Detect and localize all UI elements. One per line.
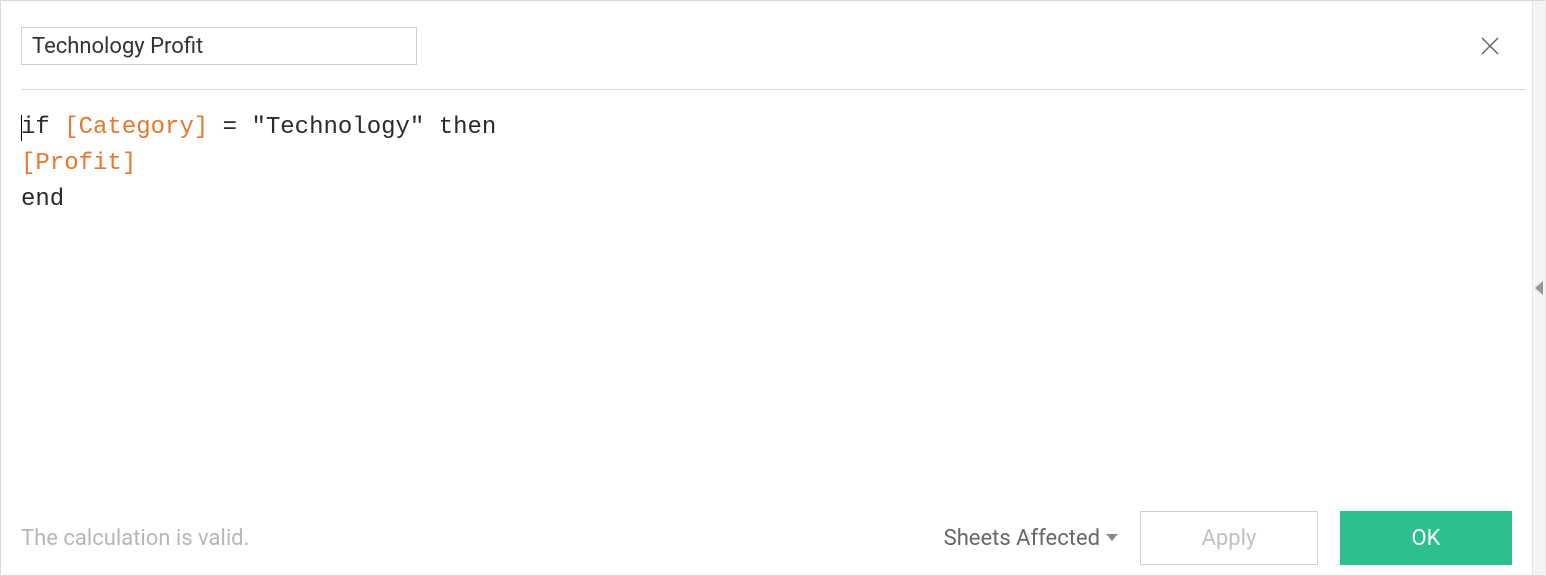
dialog-header [1, 1, 1546, 65]
field-profit: [Profit] [21, 150, 136, 177]
operator-eq: = [208, 114, 251, 141]
caret-down-icon [1106, 534, 1118, 542]
footer-actions: Sheets Affected Apply OK [944, 511, 1512, 565]
ok-button[interactable]: OK [1340, 511, 1512, 565]
triangle-left-icon [1534, 281, 1544, 295]
calculated-field-dialog: if [Category] = "Technology" then [Profi… [0, 0, 1546, 576]
expand-handle[interactable] [1532, 276, 1546, 300]
close-icon [1479, 35, 1501, 57]
string-literal: "Technology" [251, 114, 424, 141]
validation-status: The calculation is valid. [21, 526, 249, 551]
field-name-input[interactable] [21, 27, 417, 65]
sheets-affected-dropdown[interactable]: Sheets Affected [944, 526, 1118, 551]
formula-editor[interactable]: if [Category] = "Technology" then [Profi… [1, 90, 1546, 218]
keyword-if: if [21, 114, 64, 141]
keyword-then: then [424, 114, 496, 141]
keyword-end: end [21, 186, 64, 213]
sheets-affected-label: Sheets Affected [944, 526, 1100, 551]
close-button[interactable] [1476, 32, 1504, 60]
apply-button[interactable]: Apply [1140, 511, 1318, 565]
dialog-footer: The calculation is valid. Sheets Affecte… [1, 511, 1532, 565]
field-category: [Category] [64, 114, 208, 141]
